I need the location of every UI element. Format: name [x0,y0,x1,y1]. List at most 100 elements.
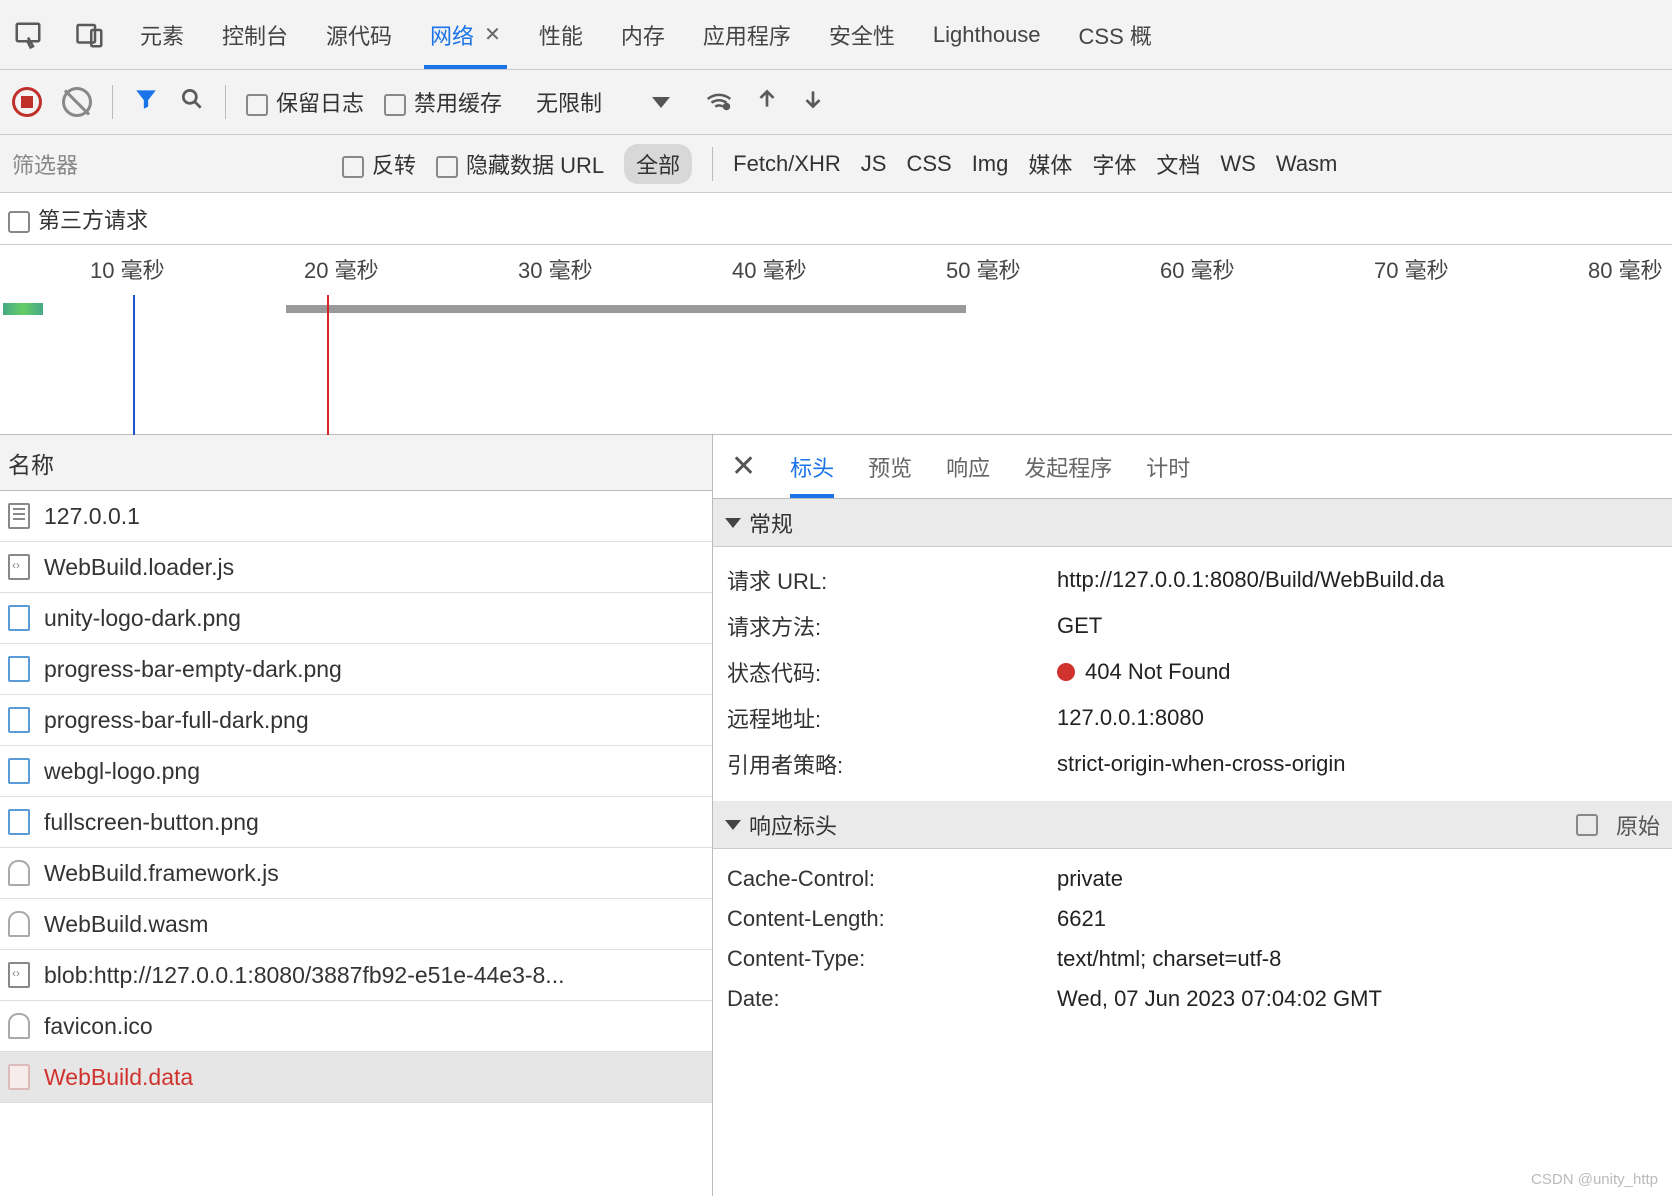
request-row[interactable]: WebBuild.data [0,1052,712,1103]
tab-console[interactable]: 控制台 [216,0,294,69]
disable-cache-checkbox[interactable]: 禁用缓存 [384,86,502,118]
timeline-domcontent-line [133,295,135,435]
timeline-tick: 50 毫秒 [946,253,1021,285]
timeline-overview[interactable]: 10 毫秒20 毫秒30 毫秒40 毫秒50 毫秒60 毫秒70 毫秒80 毫秒 [0,245,1672,435]
request-row[interactable]: 127.0.0.1 [0,491,712,542]
request-row[interactable]: unity-logo-dark.png [0,593,712,644]
filter-type-all[interactable]: 全部 [624,144,692,184]
filter-type-js[interactable]: JS [861,151,887,177]
network-conditions-icon[interactable] [704,84,734,120]
request-name: unity-logo-dark.png [44,605,241,632]
request-name: favicon.ico [44,1013,153,1040]
request-name: WebBuild.data [44,1064,193,1091]
throttling-select[interactable]: 无限制 [522,80,684,124]
request-row[interactable]: progress-bar-full-dark.png [0,695,712,746]
device-toggle-icon[interactable] [72,17,108,53]
section-general[interactable]: 常规 [713,499,1672,547]
file-img-icon [8,656,30,682]
filter-row: 筛选器 反转 隐藏数据 URL 全部 Fetch/XHR JS CSS Img … [0,135,1672,193]
watermark: CSDN @unity_http [1531,1171,1658,1188]
raw-headers-checkbox[interactable]: 原始 [1576,809,1660,841]
label-date: Date: [727,986,1057,1012]
upload-har-icon[interactable] [754,86,780,118]
filter-type-img[interactable]: Img [972,151,1009,177]
close-icon[interactable]: ✕ [484,22,501,47]
section-response-headers[interactable]: 响应标头 原始 [713,801,1672,849]
request-row[interactable]: favicon.ico [0,1001,712,1052]
filter-type-media[interactable]: 媒体 [1028,148,1072,180]
invert-checkbox[interactable]: 反转 [342,148,416,180]
tab-security[interactable]: 安全性 [823,0,901,69]
tab-sources[interactable]: 源代码 [320,0,398,69]
third-party-row: 第三方请求 [0,193,1672,245]
tab-network[interactable]: 网络✕ [424,0,507,69]
tab-elements[interactable]: 元素 [134,0,190,69]
request-row[interactable]: fullscreen-button.png [0,797,712,848]
detail-tab-response[interactable]: 响应 [946,435,990,498]
tab-css-overview[interactable]: CSS 概 [1073,0,1158,69]
label-status-code: 状态代码: [727,656,1057,688]
timeline-tick: 70 毫秒 [1374,253,1449,285]
detail-tab-initiator[interactable]: 发起程序 [1024,435,1112,498]
request-row[interactable]: webgl-logo.png [0,746,712,797]
request-name: WebBuild.framework.js [44,860,279,887]
timeline-tick: 10 毫秒 [90,253,165,285]
devtools-tabbar: 元素 控制台 源代码 网络✕ 性能 内存 应用程序 安全性 Lighthouse… [0,0,1672,70]
request-row[interactable]: WebBuild.wasm [0,899,712,950]
request-row[interactable]: blob:http://127.0.0.1:8080/3887fb92-e51e… [0,950,712,1001]
value-request-url: http://127.0.0.1:8080/Build/WebBuild.da [1057,564,1658,596]
filter-type-css[interactable]: CSS [906,151,951,177]
record-button[interactable] [12,87,42,117]
timeline-tick: 60 毫秒 [1160,253,1235,285]
filter-type-fetch[interactable]: Fetch/XHR [733,151,841,177]
filter-type-doc[interactable]: 文档 [1156,148,1200,180]
filter-input[interactable]: 筛选器 [12,148,322,180]
separator [112,85,113,119]
detail-tabs: ✕ 标头 预览 响应 发起程序 计时 [713,435,1672,499]
request-name: WebBuild.wasm [44,911,208,938]
download-har-icon[interactable] [800,86,826,118]
request-list-pane: 名称 127.0.0.1 WebBuild.loader.js unity-logo… [0,435,713,1196]
column-header-name[interactable]: 名称 [0,435,712,491]
detail-tab-preview[interactable]: 预览 [868,435,912,498]
filter-type-ws[interactable]: WS [1220,151,1255,177]
tab-memory[interactable]: 内存 [615,0,671,69]
request-row[interactable]: WebBuild.loader.js [0,542,712,593]
filter-icon[interactable] [133,86,159,118]
timeline-tick: 20 毫秒 [304,253,379,285]
file-img-icon [8,758,30,784]
request-name: fullscreen-button.png [44,809,259,836]
detail-tab-headers[interactable]: 标头 [790,435,834,498]
request-row[interactable]: WebBuild.framework.js [0,848,712,899]
tab-performance[interactable]: 性能 [533,0,589,69]
request-row[interactable]: progress-bar-empty-dark.png [0,644,712,695]
file-img-icon [8,809,30,835]
request-name: WebBuild.loader.js [44,554,234,581]
filter-type-font[interactable]: 字体 [1092,148,1136,180]
search-icon[interactable] [179,86,205,118]
file-js-icon [8,554,30,580]
hide-data-urls-checkbox[interactable]: 隐藏数据 URL [436,148,604,180]
label-request-url: 请求 URL: [727,564,1057,596]
filter-type-wasm[interactable]: Wasm [1276,151,1338,177]
clear-button[interactable] [62,87,92,117]
file-js-icon [8,962,30,988]
file-err-icon [8,1064,30,1090]
third-party-checkbox[interactable]: 第三方请求 [8,203,148,235]
request-name: blob:http://127.0.0.1:8080/3887fb92-e51e… [44,962,564,989]
detail-tab-timing[interactable]: 计时 [1146,435,1190,498]
label-content-type: Content-Type: [727,946,1057,972]
label-request-method: 请求方法: [727,610,1057,642]
tab-lighthouse[interactable]: Lighthouse [927,0,1047,69]
timeline-tick: 80 毫秒 [1588,253,1663,285]
tab-application[interactable]: 应用程序 [697,0,797,69]
file-unk-icon [8,911,30,937]
preserve-log-checkbox[interactable]: 保留日志 [246,86,364,118]
inspect-icon[interactable] [10,17,46,53]
timeline-request-marker [3,303,43,315]
label-cache-control: Cache-Control: [727,866,1057,892]
close-details-icon[interactable]: ✕ [731,449,756,484]
timeline-load-line [327,295,329,435]
request-name: 127.0.0.1 [44,503,140,530]
file-img-icon [8,707,30,733]
